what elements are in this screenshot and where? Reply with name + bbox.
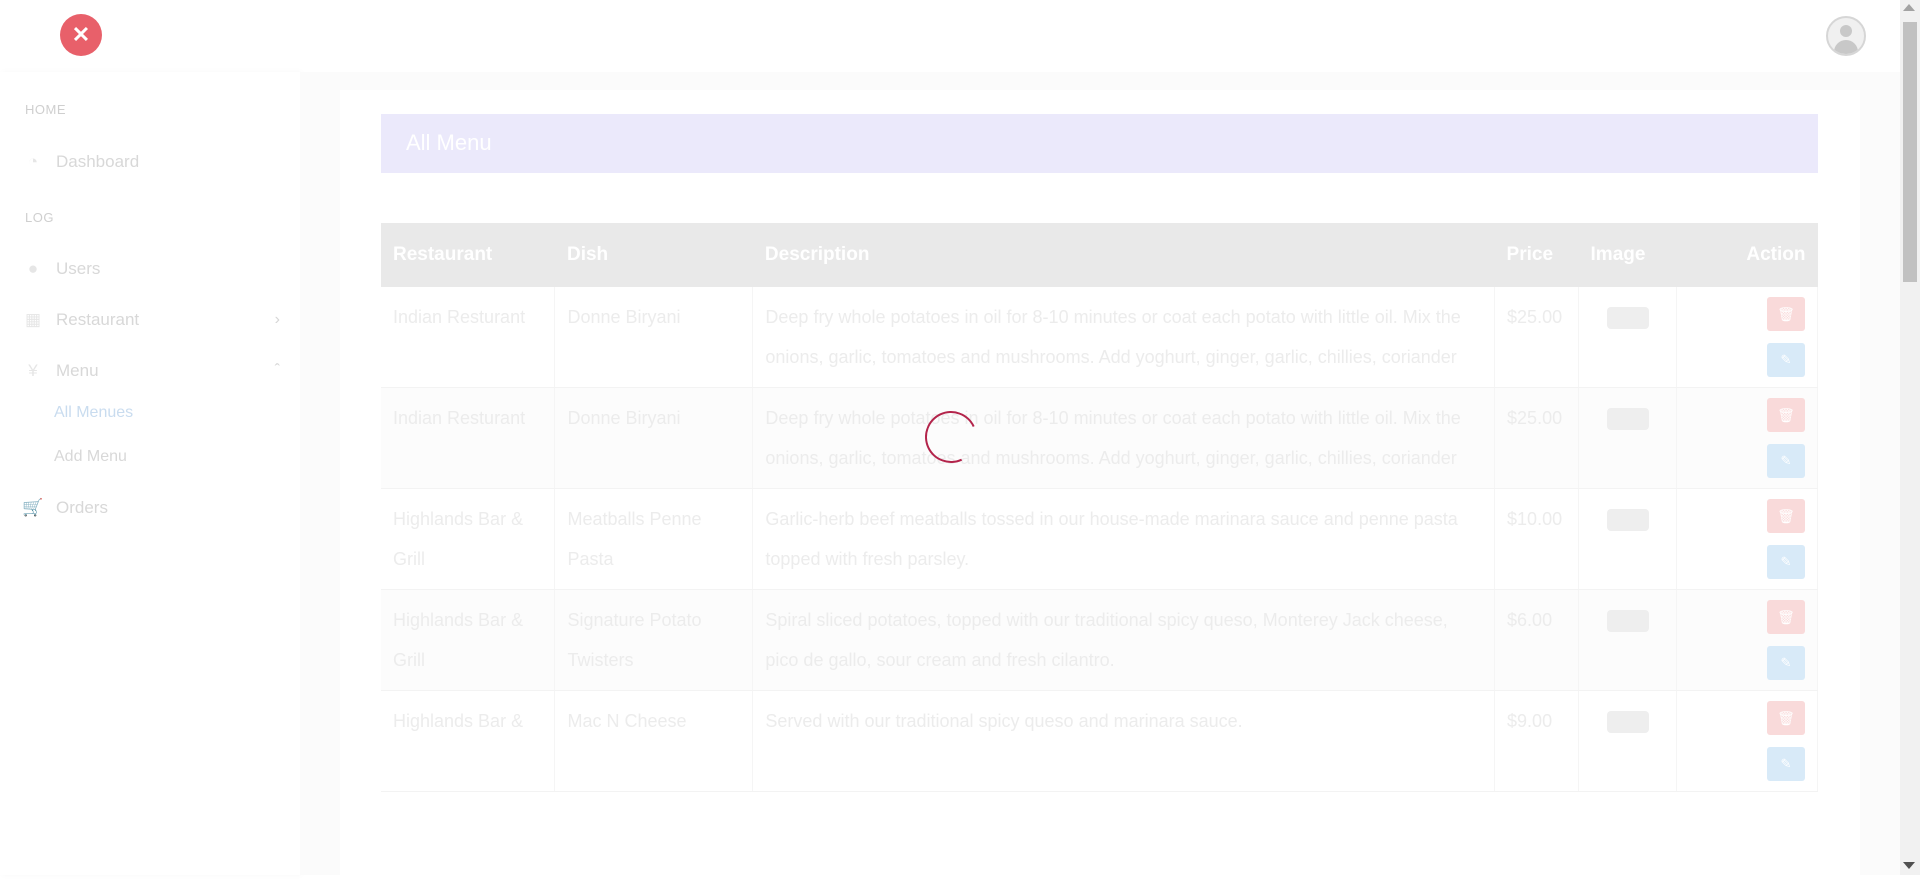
- delete-button[interactable]: 🗑: [1767, 297, 1805, 331]
- cell-image: [1578, 690, 1677, 792]
- sidebar-item-label: Orders: [56, 498, 108, 517]
- dish-thumbnail-image[interactable]: [1606, 408, 1649, 430]
- cell-action: 🗑 ✎: [1676, 387, 1818, 489]
- cell-restaurant: Highlands Bar &: [381, 690, 556, 792]
- sidebar-item-menu[interactable]: ¥ Menu ˆ: [22, 356, 292, 386]
- dashboard-icon: ◔: [27, 152, 39, 171]
- cell-action: 🗑 ✎: [1676, 287, 1818, 388]
- sidebar-item-dashboard[interactable]: ◔ Dashboard: [22, 147, 292, 177]
- user-icon: ●: [27, 259, 39, 278]
- cell-description: Deep fry whole potatoes in oil for 8-10 …: [752, 287, 1496, 388]
- edit-button[interactable]: ✎: [1767, 343, 1805, 377]
- cell-image: [1578, 488, 1677, 590]
- cell-dish: Donne Biryani: [554, 387, 754, 489]
- dish-thumbnail-image[interactable]: [1606, 711, 1649, 733]
- cell-action: 🗑 ✎: [1676, 690, 1818, 792]
- scroll-up-arrow-icon[interactable]: [1903, 4, 1915, 11]
- menu-table: Restaurant Dish Description Price Image …: [381, 223, 1818, 792]
- column-header-image[interactable]: Image: [1578, 223, 1677, 287]
- trash-icon: 🗑: [1777, 407, 1795, 423]
- avatar-head: [1840, 25, 1852, 37]
- table-row: Highlands Bar & Grill Signature Potato T…: [381, 589, 1818, 691]
- cell-action: 🗑 ✎: [1676, 589, 1818, 691]
- table-row: Indian Resturant Donne Biryani Deep fry …: [381, 287, 1818, 388]
- trash-icon: 🗑: [1777, 508, 1795, 524]
- building-icon: ▦: [24, 310, 42, 329]
- cell-price: $25.00: [1494, 287, 1580, 388]
- cell-image: [1578, 589, 1677, 691]
- cell-image: [1578, 387, 1677, 489]
- cell-dish: Mac N Cheese: [554, 690, 754, 792]
- delete-button[interactable]: 🗑: [1767, 499, 1805, 533]
- dish-thumbnail-image[interactable]: [1606, 307, 1649, 329]
- sidebar-item-users[interactable]: ● Users: [22, 254, 292, 284]
- chevron-right-icon: ›: [274, 311, 280, 328]
- sidebar-item-label: Dashboard: [56, 152, 140, 171]
- sidebar-subitem-all-menues[interactable]: All Menues: [54, 404, 133, 422]
- trash-icon: 🗑: [1777, 306, 1795, 322]
- dish-thumbnail-image[interactable]: [1606, 509, 1649, 531]
- table-header-row: Restaurant Dish Description Price Image …: [381, 223, 1818, 287]
- delete-button[interactable]: 🗑: [1767, 398, 1805, 432]
- cell-price: $25.00: [1494, 387, 1580, 489]
- cell-action: 🗑 ✎: [1676, 488, 1818, 590]
- chevron-up-icon: ˆ: [274, 362, 280, 379]
- brand-logo-icon[interactable]: ✕: [60, 14, 102, 56]
- edit-button[interactable]: ✎: [1767, 747, 1805, 781]
- column-header-restaurant[interactable]: Restaurant: [381, 223, 555, 287]
- edit-button[interactable]: ✎: [1767, 646, 1805, 680]
- cell-description: Spiral sliced potatoes, topped with our …: [752, 589, 1496, 691]
- avatar-body: [1834, 40, 1858, 54]
- edit-icon: ✎: [1780, 756, 1792, 771]
- cell-dish: Donne Biryani: [554, 287, 754, 388]
- scrollbar-thumb[interactable]: [1903, 22, 1917, 282]
- cell-restaurant: Highlands Bar & Grill: [381, 488, 556, 590]
- delete-button[interactable]: 🗑: [1767, 600, 1805, 634]
- edit-icon: ✎: [1780, 554, 1792, 569]
- sidebar-item-label: Users: [56, 259, 101, 278]
- section-log: LOG: [25, 210, 54, 225]
- sidebar: HOME ◔ Dashboard LOG ● Users ▦ Restauran…: [0, 72, 300, 875]
- cell-description: Served with our traditional spicy queso …: [752, 690, 1496, 792]
- column-header-action[interactable]: Action: [1676, 223, 1818, 287]
- cell-restaurant: Indian Resturant: [381, 287, 556, 388]
- edit-button[interactable]: ✎: [1767, 444, 1805, 478]
- table-row: Highlands Bar & Grill Meatballs Penne Pa…: [381, 488, 1818, 590]
- cell-description: Deep fry whole potatoes in oil for 8-10 …: [752, 387, 1496, 489]
- column-header-description[interactable]: Description: [752, 223, 1495, 287]
- cell-restaurant: Indian Resturant: [381, 387, 556, 489]
- edit-button[interactable]: ✎: [1767, 545, 1805, 579]
- sidebar-item-restaurant[interactable]: ▦ Restaurant ›: [22, 305, 292, 335]
- edit-icon: ✎: [1780, 352, 1792, 367]
- cell-price: $10.00: [1494, 488, 1580, 590]
- cutlery-icon: ¥: [28, 361, 38, 380]
- cell-price: $6.00: [1494, 589, 1580, 691]
- column-header-price[interactable]: Price: [1494, 223, 1579, 287]
- trash-icon: 🗑: [1777, 710, 1795, 726]
- sidebar-item-orders[interactable]: 🛒 Orders: [22, 493, 292, 523]
- page-title: All Menu: [381, 114, 1818, 173]
- section-home: HOME: [25, 102, 66, 117]
- sidebar-item-label: Menu: [56, 361, 99, 380]
- cart-icon: 🛒: [22, 498, 44, 517]
- sidebar-subitem-add-menu[interactable]: Add Menu: [54, 448, 127, 466]
- trash-icon: 🗑: [1777, 609, 1795, 625]
- scroll-down-arrow-icon[interactable]: [1903, 862, 1915, 869]
- sidebar-item-label: Restaurant: [56, 310, 140, 329]
- cell-image: [1578, 287, 1677, 388]
- cell-price: $9.00: [1494, 690, 1580, 792]
- cell-dish: Signature Potato Twisters: [554, 589, 754, 691]
- cell-dish: Meatballs Penne Pasta: [554, 488, 754, 590]
- column-header-dish[interactable]: Dish: [554, 223, 753, 287]
- edit-icon: ✎: [1780, 453, 1792, 468]
- user-avatar-icon[interactable]: [1826, 16, 1866, 56]
- cell-restaurant: Highlands Bar & Grill: [381, 589, 556, 691]
- edit-icon: ✎: [1780, 655, 1792, 670]
- delete-button[interactable]: 🗑: [1767, 701, 1805, 735]
- top-bar: ✕: [0, 0, 1900, 72]
- dish-thumbnail-image[interactable]: [1606, 610, 1649, 632]
- table-row: Indian Resturant Donne Biryani Deep fry …: [381, 387, 1818, 489]
- table-row: Highlands Bar & Mac N Cheese Served with…: [381, 690, 1818, 792]
- cell-description: Garlic-herb beef meatballs tossed in our…: [752, 488, 1496, 590]
